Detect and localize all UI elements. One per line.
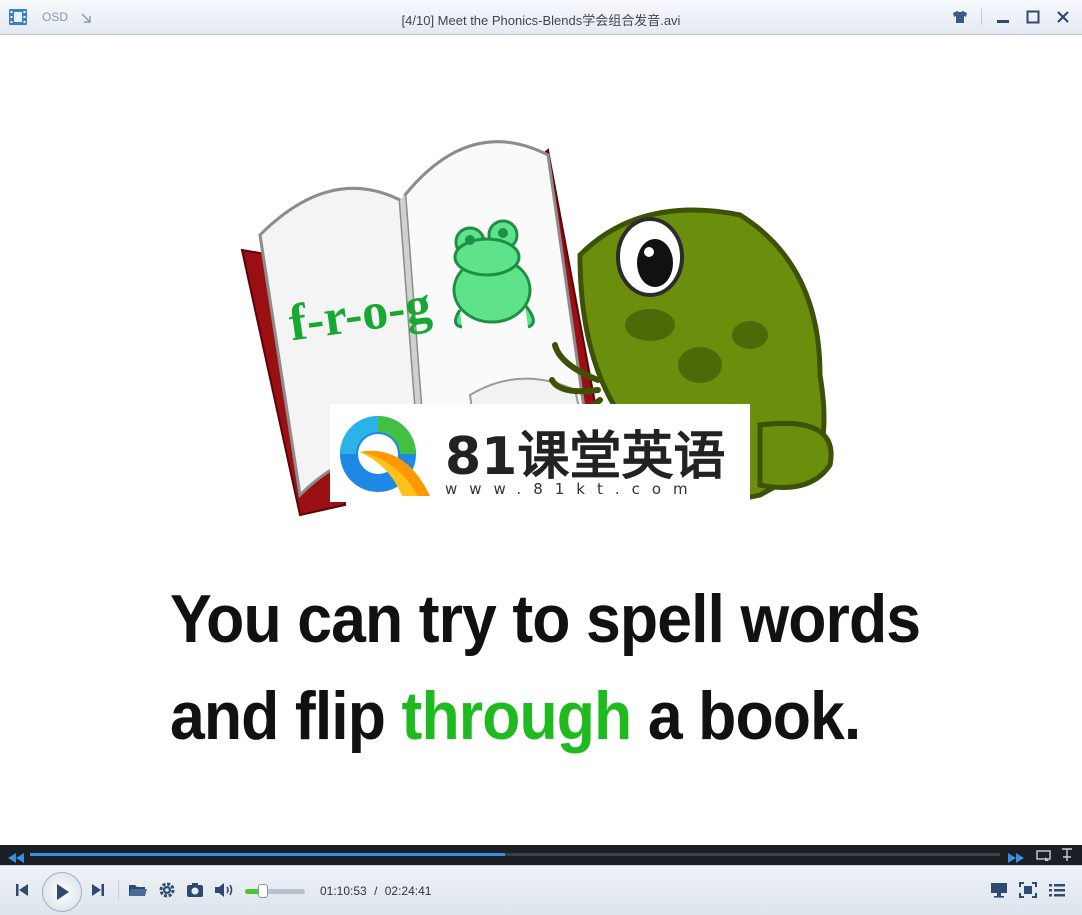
logo-icon <box>340 416 430 496</box>
screenshot-camera-icon[interactable] <box>186 882 204 898</box>
current-time: 01:10:53 <box>320 884 367 898</box>
caption-line-2: and flip through a book. <box>170 677 861 755</box>
seek-progress <box>30 853 506 856</box>
minimize-button[interactable] <box>994 8 1012 26</box>
settings-gear-icon[interactable] <box>158 881 176 899</box>
caption-line-2-post: a book. <box>647 678 861 754</box>
caption-line-2-pre: and flip <box>170 678 386 754</box>
seek-track[interactable] <box>30 853 1000 856</box>
seek-bar <box>0 845 1082 865</box>
watermark-logo: 81课堂英语 www.81kt.com <box>330 404 750 502</box>
open-folder-icon[interactable] <box>128 882 148 898</box>
caption-line-1: You can try to spell words <box>170 581 921 657</box>
caption-highlight: through <box>401 678 633 754</box>
next-button[interactable] <box>90 882 106 898</box>
divider <box>981 9 982 25</box>
watermark-url: www.81kt.com <box>445 480 700 498</box>
maximize-button[interactable] <box>1024 8 1042 26</box>
fullscreen-icon[interactable] <box>1019 882 1037 898</box>
volume-knob[interactable] <box>258 884 268 898</box>
divider <box>118 880 119 900</box>
volume-slider[interactable] <box>245 884 305 898</box>
playlist-icon[interactable] <box>1048 882 1066 898</box>
volume-icon[interactable] <box>214 882 236 898</box>
video-frame[interactable]: f-r-o-g 81课堂英语 www.81kt.com You can try … <box>0 35 1082 845</box>
monitor-icon[interactable] <box>990 882 1008 898</box>
play-button[interactable] <box>42 872 82 912</box>
previous-button[interactable] <box>14 882 30 898</box>
skin-shirt-icon[interactable] <box>951 8 969 26</box>
window-title: [4/10] Meet the Phonics-Blends学会组合发音.avi <box>401 13 681 28</box>
watermark-name: 81课堂英语 <box>445 427 726 487</box>
window-controls <box>951 8 1072 26</box>
time-separator: / <box>374 884 378 898</box>
control-bar: 01:10:53 / 02:24:41 <box>0 865 1082 915</box>
time-display: 01:10:53 / 02:24:41 <box>320 884 431 898</box>
close-button[interactable] <box>1054 8 1072 26</box>
total-time: 02:24:41 <box>384 884 432 898</box>
title-bar: OSD [4/10] Meet the Phonics-Blends学会组合发音… <box>0 0 1082 35</box>
